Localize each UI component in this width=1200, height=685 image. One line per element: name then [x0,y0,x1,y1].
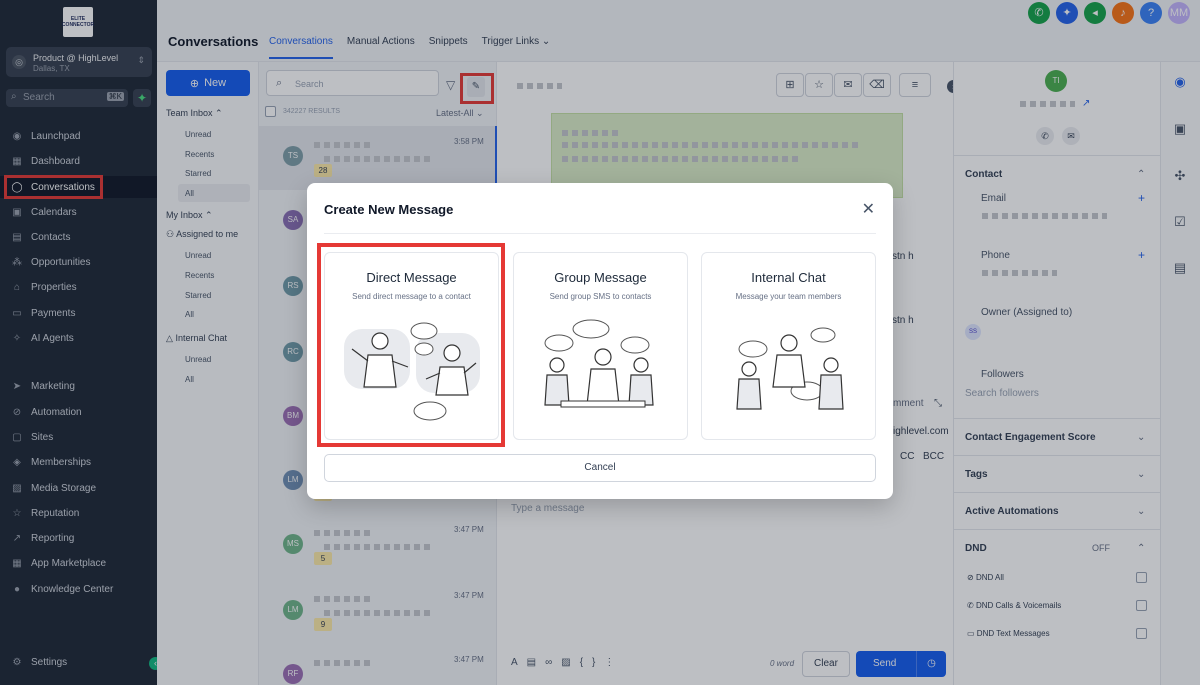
card-title: Group Message [554,270,647,285]
modal-title: Create New Message [324,202,454,217]
group-message-card[interactable]: Group Message Send group SMS to contacts [513,252,688,440]
card-subtitle: Send group SMS to contacts [549,292,652,301]
card-subtitle: Message your team members [735,292,842,301]
divider [324,233,876,234]
card-title: Internal Chat [751,270,826,285]
cancel-button[interactable]: Cancel [324,454,876,482]
highlight-direct-message [317,243,505,447]
internal-chat-illustration [736,327,844,410]
app-window: ELITE CONNECTOR ◎ Product @ HighLevel Dal… [0,0,1200,685]
group-message-illustration [544,319,654,408]
internal-chat-card[interactable]: Internal Chat Message your team members [701,252,876,440]
close-icon[interactable]: ✕ [862,199,875,219]
